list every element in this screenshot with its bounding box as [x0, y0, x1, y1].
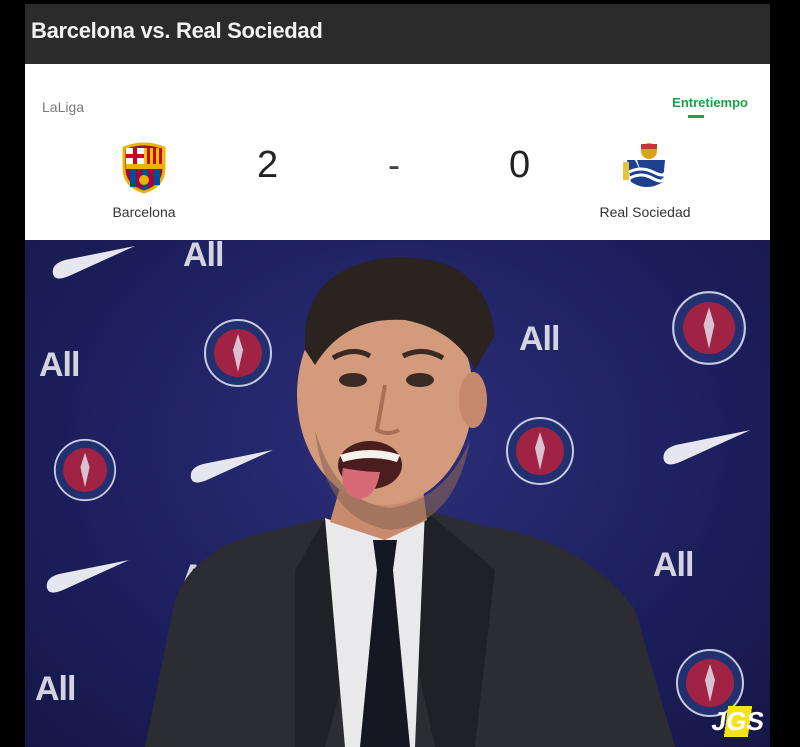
surprised-man-illustration	[145, 257, 675, 747]
screenshot-frame: Barcelona vs. Real Sociedad LaLiga Entre…	[25, 0, 770, 747]
away-team-name: Real Sociedad	[599, 204, 691, 220]
away-score: 0	[509, 144, 531, 186]
barcelona-crest-icon	[122, 142, 166, 194]
league-label[interactable]: LaLiga	[42, 99, 84, 115]
away-team[interactable]: Real Sociedad	[580, 138, 710, 220]
title-bar: Barcelona vs. Real Sociedad	[25, 0, 770, 64]
match-score-card[interactable]: LaLiga Entretiempo Barcelona 2 - 0 Real …	[25, 64, 770, 240]
page-title: Barcelona vs. Real Sociedad	[31, 18, 323, 43]
match-status: Entretiempo	[672, 95, 748, 110]
score-separator: -	[388, 144, 400, 185]
watermark-logo: JGS	[705, 706, 770, 737]
status-underline	[688, 115, 704, 118]
reaction-photo: All All All All All All	[25, 240, 770, 747]
home-team-name: Barcelona	[112, 204, 176, 220]
home-team[interactable]: Barcelona	[79, 138, 209, 220]
real-sociedad-crest-icon	[623, 143, 667, 187]
home-score: 2	[257, 144, 279, 186]
